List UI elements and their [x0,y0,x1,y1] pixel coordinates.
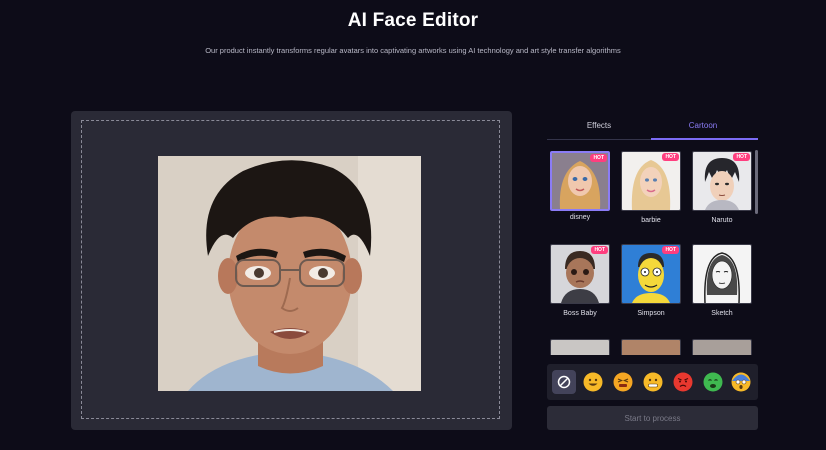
style-card-naruto[interactable]: HOT Naruto [692,151,752,231]
expression-bar [547,364,758,400]
shocked-face-icon[interactable] [731,372,751,392]
angry-squint-face-icon[interactable] [613,372,633,392]
style-card-more-3[interactable] [692,339,752,355]
image-dropzone[interactable] [81,120,500,419]
style-label-disney: disney [569,214,591,221]
style-label-naruto: Naruto [711,217,733,224]
sketch-style-image [693,245,751,303]
hot-badge: HOT [662,153,679,161]
ban-icon [557,375,571,389]
tab-effects[interactable]: Effects [547,112,651,139]
style-thumb-disney: HOT [550,151,610,211]
active-tab-indicator [651,138,758,140]
angry-red-face-icon[interactable] [673,372,693,392]
crying-green-face-icon[interactable] [703,372,723,392]
style-thumb-boss-baby: HOT [550,244,610,304]
style-card-more-2[interactable] [621,339,681,355]
hot-badge: HOT [591,246,608,254]
grimacing-face-icon[interactable] [643,372,663,392]
style-thumb-naruto: HOT [692,151,752,211]
hot-badge: HOT [733,153,750,161]
hot-badge: HOT [590,154,607,162]
style-thumb-more-1 [550,339,610,355]
hot-badge: HOT [662,246,679,254]
style-tabs: Effects Cartoon [547,112,758,140]
style-label-barbie: barbie [641,217,661,224]
tab-cartoon[interactable]: Cartoon [651,112,755,139]
grinning-face-icon[interactable] [583,372,603,392]
style-card-more-1[interactable] [550,339,610,355]
cartoon-portrait-image [158,156,421,391]
style-thumb-barbie: HOT [621,151,681,211]
start-process-button[interactable]: Start to process [547,406,758,430]
style-card-sketch[interactable]: Sketch [692,244,752,324]
style-grid-scrollbar[interactable] [755,150,758,214]
style-card-boss-baby[interactable]: HOT Boss Baby [550,244,610,324]
style-label-simpson: Simpson [637,310,665,317]
style-card-disney[interactable]: HOT disney [550,151,610,231]
style-label-sketch: Sketch [711,310,733,317]
style-card-simpson[interactable]: HOT Simpson [621,244,681,324]
style-card-barbie[interactable]: HOT barbie [621,151,681,231]
no-expression-button[interactable] [552,370,576,394]
page-title: AI Face Editor [347,10,479,31]
editor-panel [71,111,512,430]
style-thumb-simpson: HOT [621,244,681,304]
style-thumb-more-2 [621,339,681,355]
page-subtitle: Our product instantly transforms regular… [205,46,621,55]
page: AI Face Editor Our product instantly tra… [0,0,826,450]
style-grid: HOT disney HOT barbie HOT Naruto HOT Bos… [547,147,758,355]
style-label-boss-baby: Boss Baby [563,310,597,317]
preview-image [158,156,421,391]
style-thumb-sketch [692,244,752,304]
style-thumb-more-3 [692,339,752,355]
